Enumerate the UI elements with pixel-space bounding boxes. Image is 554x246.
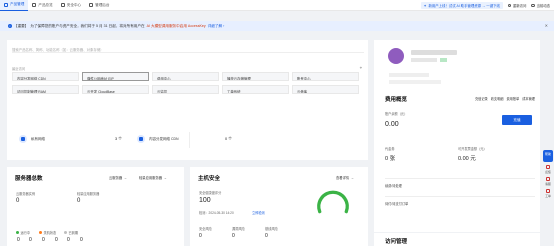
- bill-link[interactable]: 费用账单: [507, 96, 520, 101]
- arrow-right-icon: →: [163, 175, 167, 180]
- recent-visit-label: 最近访问: [12, 67, 26, 71]
- card-title: 费用概览: [385, 97, 408, 103]
- recent-item[interactable]: 工单系统: [222, 85, 289, 94]
- top-nav-bar: 产品管理 产品总览 安全中心 管理后台 ✦ 新用户上线！试试 AI 助手管理资源 …: [0, 0, 554, 11]
- invoice-amount: 0.00 元: [458, 156, 476, 162]
- arrow-right-icon: →: [123, 175, 127, 180]
- resource-count: 0 个: [225, 137, 232, 141]
- recent-item[interactable]: 云开发 CloudBase: [82, 85, 149, 94]
- resource-item-vpc[interactable]: 私有网络: [19, 133, 45, 145]
- product-search-input[interactable]: 搜索产品名称、简称、功能名称（如：云服务器、对象存储）: [12, 45, 364, 53]
- scan-now-link[interactable]: 立即检测: [252, 210, 265, 215]
- fee-overview-card: 费用概览 充值记录 收支明细 费用账单 成本管理 账户余额（元） 0.00 充值…: [374, 90, 540, 232]
- lighthouse-count: 0: [77, 198, 81, 204]
- notice-link[interactable]: 详细了解 ›: [208, 24, 225, 29]
- tab-product-overview[interactable]: 产品总览: [28, 0, 56, 11]
- status-dot: [64, 231, 67, 234]
- resource-list: 私有网络 3 个 内容分发网络 CDN 0 个: [7, 124, 368, 160]
- transactions-link[interactable]: 收支明细: [491, 96, 504, 101]
- top-right-actions: ✦ 新用户上线！试试 AI 助手管理资源 → 一键下线 重新访问 当前动态: [420, 0, 550, 11]
- recharge-record-link[interactable]: 充值记录: [475, 96, 488, 101]
- account-profile-card: [374, 40, 540, 90]
- tab-admin[interactable]: 管理后台: [85, 0, 113, 11]
- recent-item[interactable]: 访问控制管理 RAM: [12, 85, 79, 94]
- gauge-arc: [317, 190, 349, 214]
- notice-banner: i 【重要】 为了保障您的账户与资产安全，我们将于 5 月 31 日起，将对所有…: [0, 21, 554, 31]
- promo-chip[interactable]: ✦ 新用户上线！试试 AI 助手管理资源 → 一键下线: [420, 2, 503, 9]
- feedback-icon: [546, 165, 550, 169]
- lighthouse-link-button[interactable]: 轻量应用服务器 →: [139, 175, 167, 181]
- recent-item[interactable]: 费用中心: [152, 72, 219, 81]
- cvm-link-button[interactable]: 云服务器 →: [109, 175, 127, 181]
- recent-item[interactable]: 内容分发网络 CDN: [12, 72, 79, 81]
- voucher-count: 0 张: [385, 156, 396, 162]
- recent-visit-grid: 内容分发网络 CDN 弹性公网地址 EIP 费用中心 播放云存储管理 账号中心 …: [12, 72, 364, 94]
- ticket-button[interactable]: 工单: [543, 189, 553, 198]
- recent-item[interactable]: 播放云存储管理: [222, 72, 289, 81]
- card-title: 访问管理: [385, 239, 408, 245]
- fee-links: 充值记录 收支明细 费用账单 成本管理: [475, 96, 535, 101]
- cdn-icon: [137, 135, 145, 143]
- redacted-account-name: [411, 50, 457, 55]
- recharge-button[interactable]: 充值: [502, 115, 532, 125]
- recent-item[interactable]: 云监控: [152, 85, 219, 94]
- shield-icon: [60, 3, 65, 7]
- feedback-button[interactable]: 反馈: [543, 165, 553, 174]
- legend-running: 运行中: [16, 230, 30, 235]
- admin-icon: [89, 3, 94, 7]
- redacted-info: [389, 80, 441, 84]
- arrow-right-icon: →: [350, 175, 354, 180]
- overview-icon: [32, 3, 37, 7]
- divider: [189, 132, 190, 148]
- sparkle-icon: ✦: [423, 3, 427, 8]
- redacted-info: [389, 73, 429, 77]
- renewal-row[interactable]: 续费/待处理: [385, 178, 535, 189]
- resource-count: 3 个: [115, 137, 122, 141]
- support-button[interactable]: 客服: [543, 177, 553, 186]
- resource-item-cdn[interactable]: 内容分发网络 CDN: [137, 133, 179, 145]
- revisit-button[interactable]: 重新访问: [507, 3, 526, 8]
- server-count-card: 服务器总数 云服务器 → 轻量应用服务器 → 云服务器实例 0 轻量应用服务器 0 …: [7, 167, 184, 246]
- grid-icon: [4, 2, 8, 7]
- security-score: 100: [199, 197, 211, 204]
- card-title: 主机安全: [198, 176, 221, 182]
- cvm-count: 0: [16, 198, 20, 204]
- legend-expired: 已到期: [64, 230, 78, 235]
- access-management-card: 访问管理: [374, 233, 540, 246]
- recent-item[interactable]: 云盘库: [292, 85, 359, 94]
- security-detail-button[interactable]: 查看详情 →: [336, 175, 354, 181]
- verified-badge: [440, 58, 447, 62]
- help-button[interactable]: 帮助: [543, 150, 553, 162]
- tab-security-center[interactable]: 安全中心: [57, 0, 85, 11]
- avatar[interactable]: [388, 48, 404, 64]
- recent-item[interactable]: 弹性公网地址 EIP: [82, 72, 149, 81]
- info-icon: i: [8, 24, 12, 28]
- tab-product-management[interactable]: 产品管理: [0, 0, 29, 11]
- headset-icon: [546, 177, 550, 181]
- account-balance: 0.00: [385, 121, 399, 128]
- legend-stopped: 关机状态: [39, 230, 56, 235]
- activity-button[interactable]: 当前动态: [531, 3, 550, 8]
- pending-orders-row[interactable]: 待付/待支付订单: [385, 196, 535, 207]
- floating-toolbar: 帮助 反馈 客服 工单: [542, 150, 554, 210]
- card-title: 服务器总数: [15, 176, 43, 182]
- redacted-account-id: [411, 58, 437, 62]
- bell-icon: [531, 3, 535, 8]
- status-dot: [16, 231, 19, 234]
- recent-item[interactable]: 账号中心: [292, 72, 359, 81]
- security-gauge: [317, 190, 349, 214]
- host-security-card: 主机安全 查看详情 → 安全健康度评分 100 检测：2024-05-30 14:…: [190, 167, 368, 246]
- vpc-icon: [19, 135, 27, 143]
- refresh-icon: [507, 3, 512, 8]
- close-icon[interactable]: ✕: [545, 23, 548, 28]
- status-dot: [39, 231, 42, 234]
- pin-icon[interactable]: ⌖: [360, 65, 362, 70]
- ticket-icon: [546, 189, 550, 193]
- cost-management-link[interactable]: 成本管理: [522, 96, 535, 101]
